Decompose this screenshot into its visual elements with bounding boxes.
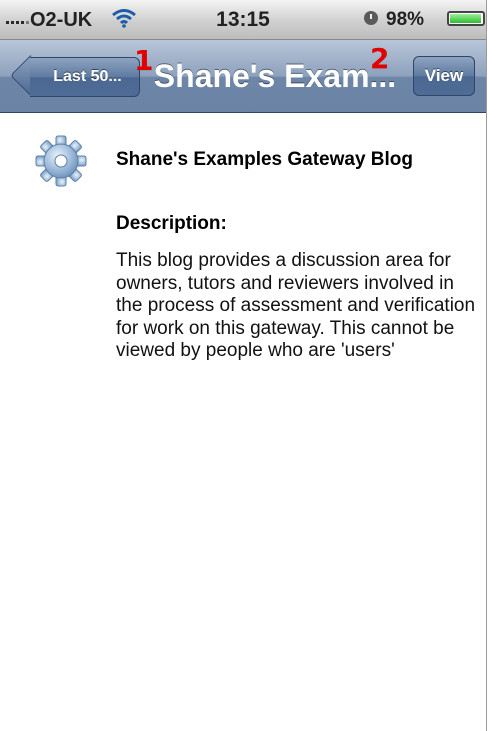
description-text: This blog provides a discussion area for… (116, 250, 476, 362)
battery-icon (447, 11, 485, 26)
gear-icon (34, 134, 88, 188)
navigation-bar: Last 50... Shane's Exam... View (0, 40, 486, 113)
phone-screen: O2-UK 13:15 98% Last 50... Shane's Exam.… (0, 0, 487, 731)
page-title: Shane's Exam... (153, 58, 397, 94)
annotation-marker-1: 1 (134, 44, 154, 77)
view-button[interactable]: View (413, 56, 475, 96)
back-button[interactable]: Last 50... (30, 57, 140, 97)
status-bar: O2-UK 13:15 98% (0, 0, 486, 40)
battery-fill (450, 14, 482, 23)
battery-percent: 98% (386, 9, 425, 30)
blog-title: Shane's Examples Gateway Blog (116, 149, 414, 170)
annotation-marker-2: 2 (370, 42, 390, 75)
alarm-icon (364, 11, 378, 25)
description-heading: Description: (116, 213, 227, 234)
